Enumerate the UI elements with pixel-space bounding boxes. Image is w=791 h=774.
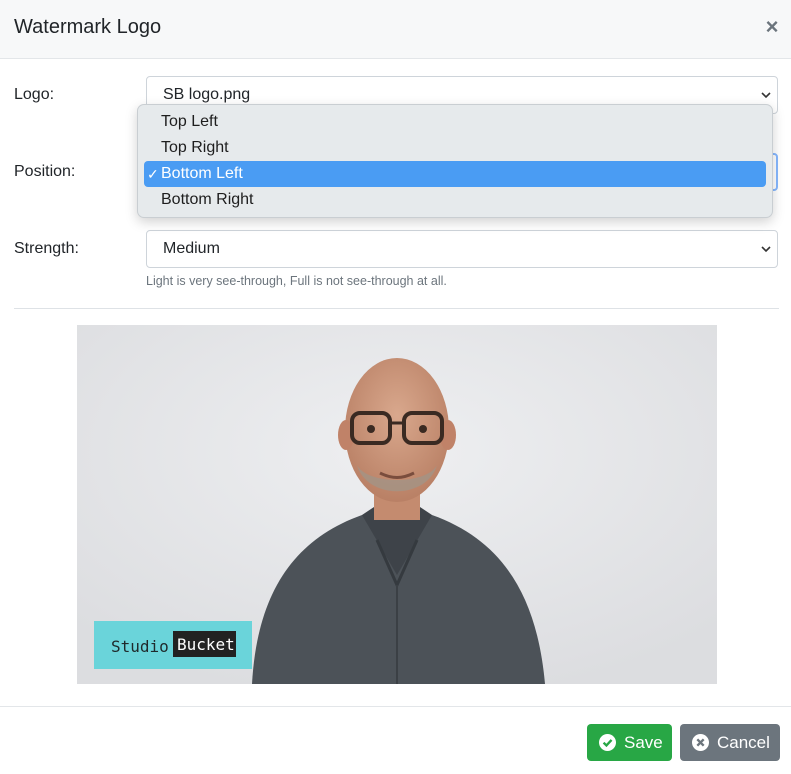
option-top-right[interactable]: Top Right (144, 135, 766, 161)
position-label: Position: (14, 163, 76, 180)
close-icon[interactable]: × (762, 15, 782, 39)
times-circle-icon (692, 734, 709, 751)
option-bottom-right[interactable]: Bottom Right (144, 187, 766, 213)
save-button[interactable]: Save (587, 724, 672, 761)
preview-image: Studio Bucket (77, 325, 717, 684)
logo-select-value: SB logo.png (163, 86, 251, 103)
watermark-studio: Studio (111, 637, 169, 656)
check-icon: ✓ (147, 166, 159, 182)
option-label: Top Left (161, 113, 218, 130)
cancel-label: Cancel (717, 733, 770, 752)
cancel-button[interactable]: Cancel (680, 724, 780, 761)
divider (14, 308, 779, 309)
chevron-down-icon (761, 246, 771, 253)
strength-label: Strength: (14, 240, 79, 257)
strength-select-value: Medium (163, 240, 220, 257)
option-label: Bottom Left (161, 165, 243, 182)
option-top-left[interactable]: Top Left (144, 109, 766, 135)
strength-select[interactable]: Medium (146, 230, 778, 268)
watermark-bucket: Bucket (177, 635, 235, 654)
check-circle-icon (599, 734, 616, 751)
chevron-down-icon (761, 92, 771, 99)
modal-title: Watermark Logo (14, 16, 162, 38)
person-photo: Studio Bucket (77, 325, 717, 684)
position-dropdown: Top Left Top Right ✓ Bottom Left Bottom … (137, 104, 773, 218)
save-label: Save (624, 733, 663, 752)
logo-label: Logo: (14, 86, 55, 103)
strength-help-text: Light is very see-through, Full is not s… (146, 274, 447, 288)
modal-header: Watermark Logo × (0, 0, 791, 59)
option-label: Bottom Right (161, 191, 254, 208)
option-label: Top Right (161, 139, 229, 156)
footer-divider (0, 706, 791, 707)
option-bottom-left[interactable]: ✓ Bottom Left (144, 161, 766, 187)
